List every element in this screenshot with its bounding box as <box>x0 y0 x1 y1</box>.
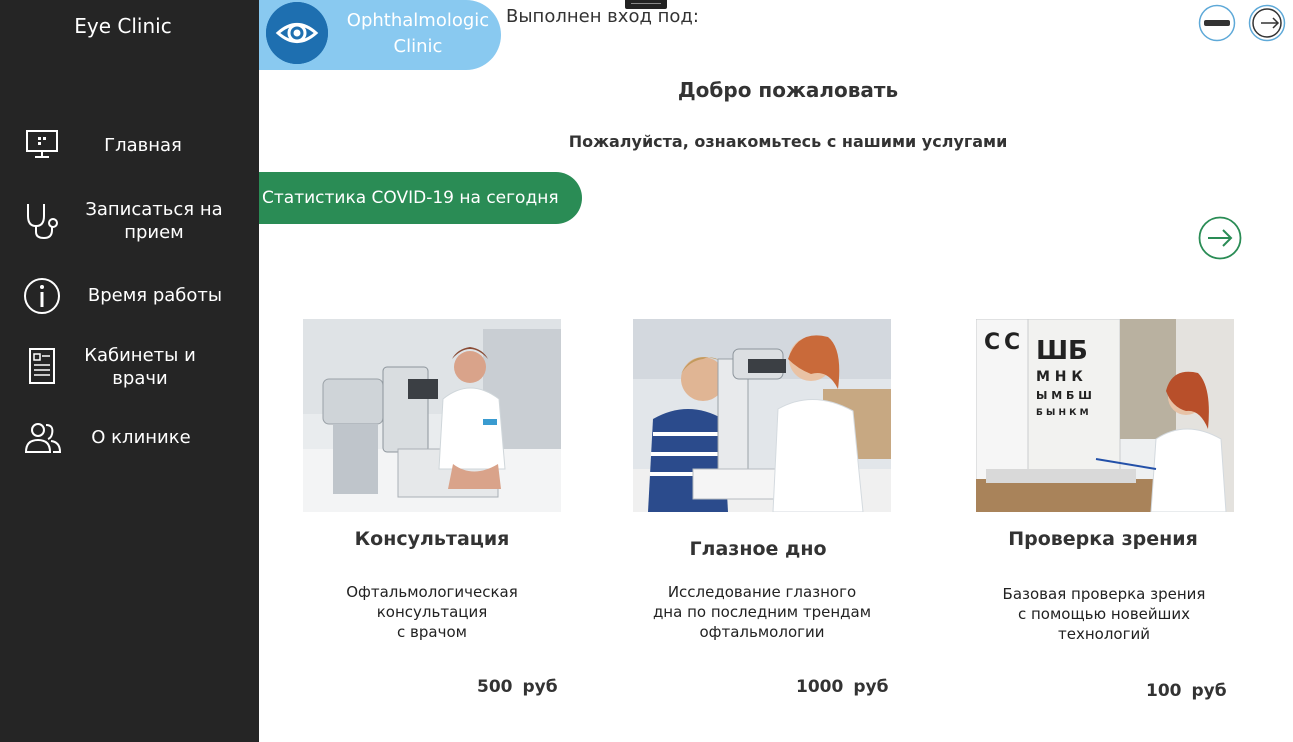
price-currency: руб <box>853 677 889 697</box>
next-button[interactable] <box>1198 216 1242 260</box>
logged-in-label: Выполнен вход под: <box>506 6 699 27</box>
svg-text:Ш: Ш <box>1036 336 1068 366</box>
service-title-fundus: Глазное дно <box>689 538 827 560</box>
price-value: 1000 <box>796 677 844 697</box>
sidebar: Eye Clinic Главная Записаться на прием В… <box>0 0 259 742</box>
svg-text:Б Ы Н К М: Б Ы Н К М <box>1036 408 1089 418</box>
service-desc-vision-test: Базовая проверка зрения с помощью новейш… <box>1002 585 1206 643</box>
info-icon <box>22 276 62 316</box>
service-desc-fundus: Исследование глазного дна по последним т… <box>652 583 872 641</box>
nav-label-appointment: Записаться на прием <box>85 199 223 243</box>
brand-banner[interactable]: Ophthalmologic Clinic <box>259 0 501 70</box>
nav-label-hours: Время работы <box>87 285 223 306</box>
app-title: Eye Clinic <box>74 14 172 38</box>
services-subtitle: Пожалуйста, ознакомьтесь с нашими услуга… <box>568 132 1008 151</box>
welcome-heading: Добро пожаловать <box>677 78 899 102</box>
nav-item-hours[interactable]: Время работы <box>0 276 259 316</box>
service-title-consultation: Консультация <box>354 528 510 550</box>
price-value: 500 <box>477 677 513 697</box>
consultation-photo <box>303 319 561 512</box>
price-value: 100 <box>1146 681 1182 701</box>
nav-item-about[interactable]: О клинике <box>0 418 259 458</box>
nav-item-appointment[interactable]: Записаться на прием <box>0 198 259 246</box>
nav-label-home: Главная <box>104 135 182 156</box>
nav-item-home[interactable]: Главная <box>0 126 259 166</box>
price-currency: руб <box>522 677 558 697</box>
service-price-fundus: 1000 руб <box>796 677 888 697</box>
eye-icon <box>266 2 328 64</box>
document-list-icon <box>22 346 62 386</box>
brand-line1: Ophthalmologic <box>346 10 490 31</box>
vision-test-photo: CC ШБ М Н К Ы М Б Ш Б Ы Н К М <box>976 319 1234 512</box>
fundus-exam-photo <box>633 319 891 512</box>
logout-button[interactable] <box>1248 4 1286 42</box>
covid-stats-button[interactable]: Статистика COVID-19 на сегодня <box>259 172 582 224</box>
brand-line2: Clinic <box>393 36 443 57</box>
svg-text:Б: Б <box>1068 336 1088 366</box>
price-currency: руб <box>1191 681 1227 701</box>
brand-name: Ophthalmologic Clinic <box>343 8 493 60</box>
minus-circle-icon <box>1198 4 1236 46</box>
monitor-icon <box>22 126 62 166</box>
svg-text:Ы М Б Ш: Ы М Б Ш <box>1036 389 1092 402</box>
logout-arrow-icon <box>1248 4 1286 46</box>
minimize-button[interactable] <box>1198 4 1236 42</box>
svg-text:М Н К: М Н К <box>1036 369 1083 385</box>
nav-label-doctors: Кабинеты и врачи <box>84 345 196 389</box>
service-price-consultation: 500 руб <box>477 677 558 697</box>
arrow-right-circle-icon <box>1198 216 1242 264</box>
service-desc-consultation: Офтальмологическая консультация с врачом <box>346 583 518 641</box>
stethoscope-icon <box>22 200 62 240</box>
service-price-vision-test: 100 руб <box>1146 681 1227 701</box>
svg-text:C: C <box>984 330 1000 355</box>
people-icon <box>22 418 62 458</box>
nav-label-about: О клинике <box>91 427 191 448</box>
service-title-vision-test: Проверка зрения <box>1008 528 1198 550</box>
svg-text:C: C <box>1004 330 1020 355</box>
nav-item-doctors[interactable]: Кабинеты и врачи <box>0 344 259 392</box>
